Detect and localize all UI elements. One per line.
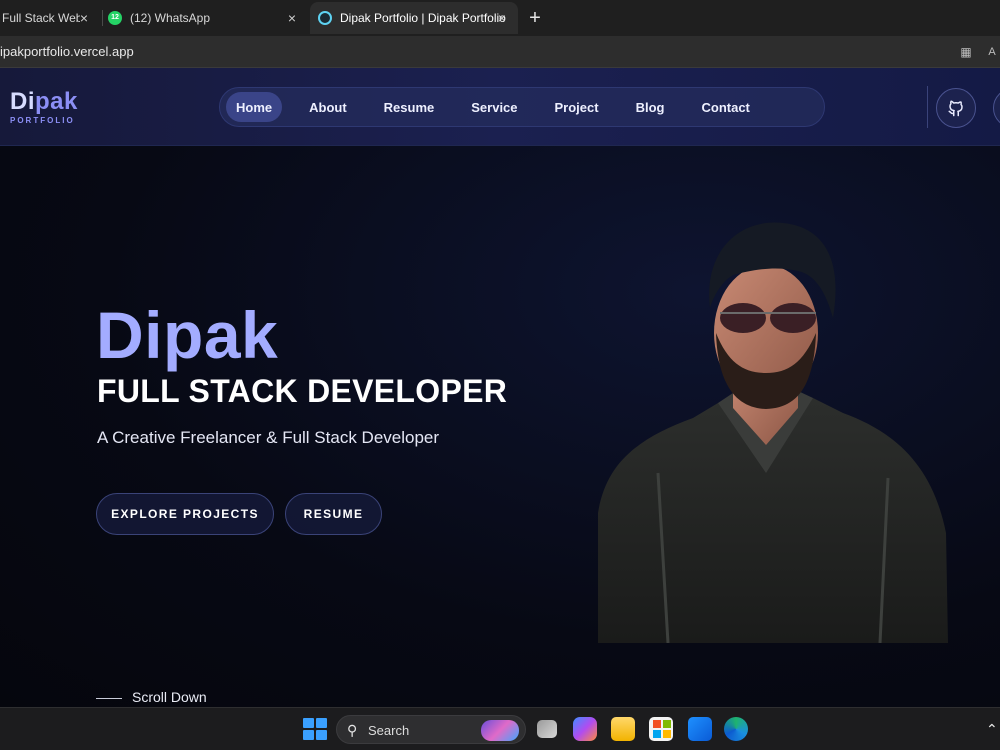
outlook-icon[interactable] (688, 717, 712, 741)
close-icon[interactable]: × (494, 10, 510, 26)
nav-home[interactable]: Home (226, 92, 283, 122)
hero-name: Dipak (96, 298, 279, 372)
edge-icon[interactable] (724, 717, 748, 741)
header-divider (927, 86, 928, 128)
logo-subtitle: PORTFOLIO (10, 116, 75, 125)
whatsapp-icon: 12 (108, 11, 122, 25)
scroll-down-label[interactable]: Scroll Down (132, 689, 207, 705)
nav-resume[interactable]: Resume (374, 92, 445, 122)
react-icon (318, 11, 332, 25)
site-header: Dipak PORTFOLIO Home About Resume Servic… (0, 68, 1000, 146)
nav-service[interactable]: Service (461, 92, 527, 122)
explore-projects-button[interactable]: EXPLORE PROJECTS (96, 493, 274, 535)
logo-text-a: Di (10, 88, 35, 115)
tab-grid-icon[interactable]: ▦ (958, 44, 974, 60)
main-nav: Home About Resume Service Project Blog C… (219, 87, 825, 127)
windows-start-icon[interactable] (302, 717, 327, 741)
windows-taskbar: ⚲ Search ⌃ (0, 707, 1000, 750)
tab-dipak-portfolio[interactable]: Dipak Portfolio | Dipak Portfolio × (310, 2, 518, 34)
close-icon[interactable]: × (76, 10, 92, 26)
microsoft-store-icon[interactable] (649, 717, 673, 741)
read-aloud-icon[interactable]: A (984, 44, 1000, 60)
portfolio-page: Dipak PORTFOLIO Home About Resume Servic… (0, 68, 1000, 707)
file-explorer-icon[interactable] (611, 717, 635, 741)
address-bar: ipakportfolio.vercel.app ▦ A (0, 36, 1000, 68)
tray-chevron-icon[interactable]: ⌃ (986, 721, 998, 738)
close-icon[interactable]: × (284, 10, 300, 26)
profile-photo (598, 222, 948, 643)
search-label: Search (368, 723, 410, 738)
taskbar-search[interactable]: ⚲ Search (336, 715, 526, 744)
nav-project[interactable]: Project (545, 92, 609, 122)
hero-tagline: A Creative Freelancer & Full Stack Devel… (97, 428, 440, 447)
search-icon: ⚲ (347, 722, 358, 738)
github-button[interactable] (936, 88, 976, 128)
tab-separator (102, 10, 103, 26)
logo[interactable]: Dipak (10, 88, 78, 116)
scroll-indicator-line (96, 698, 122, 699)
search-highlight-icon (481, 720, 519, 741)
nav-contact[interactable]: Contact (691, 92, 759, 122)
task-view-icon[interactable] (537, 720, 557, 738)
hero-role: FULL STACK DEVELOPER (97, 373, 508, 409)
tab-full-stack[interactable]: Full Stack Web D × (0, 2, 100, 34)
resume-button[interactable]: RESUME (285, 493, 382, 535)
tab-whatsapp[interactable]: 12 (12) WhatsApp × (104, 2, 308, 34)
github-icon (948, 100, 963, 117)
nav-blog[interactable]: Blog (626, 92, 675, 122)
tab-label: Full Stack Web D (2, 11, 80, 25)
browser-tab-strip: Full Stack Web D × 12 (12) WhatsApp × Di… (0, 0, 1000, 36)
tab-label: (12) WhatsApp (130, 11, 211, 25)
url-text[interactable]: ipakportfolio.vercel.app (0, 44, 134, 59)
logo-text-b: pak (35, 88, 78, 115)
new-tab-button[interactable]: + (524, 7, 546, 29)
copilot-icon[interactable] (573, 717, 597, 741)
linkedin-button[interactable]: in (993, 88, 1000, 128)
nav-about[interactable]: About (299, 92, 357, 122)
tab-label: Dipak Portfolio | Dipak Portfolio (340, 11, 506, 25)
